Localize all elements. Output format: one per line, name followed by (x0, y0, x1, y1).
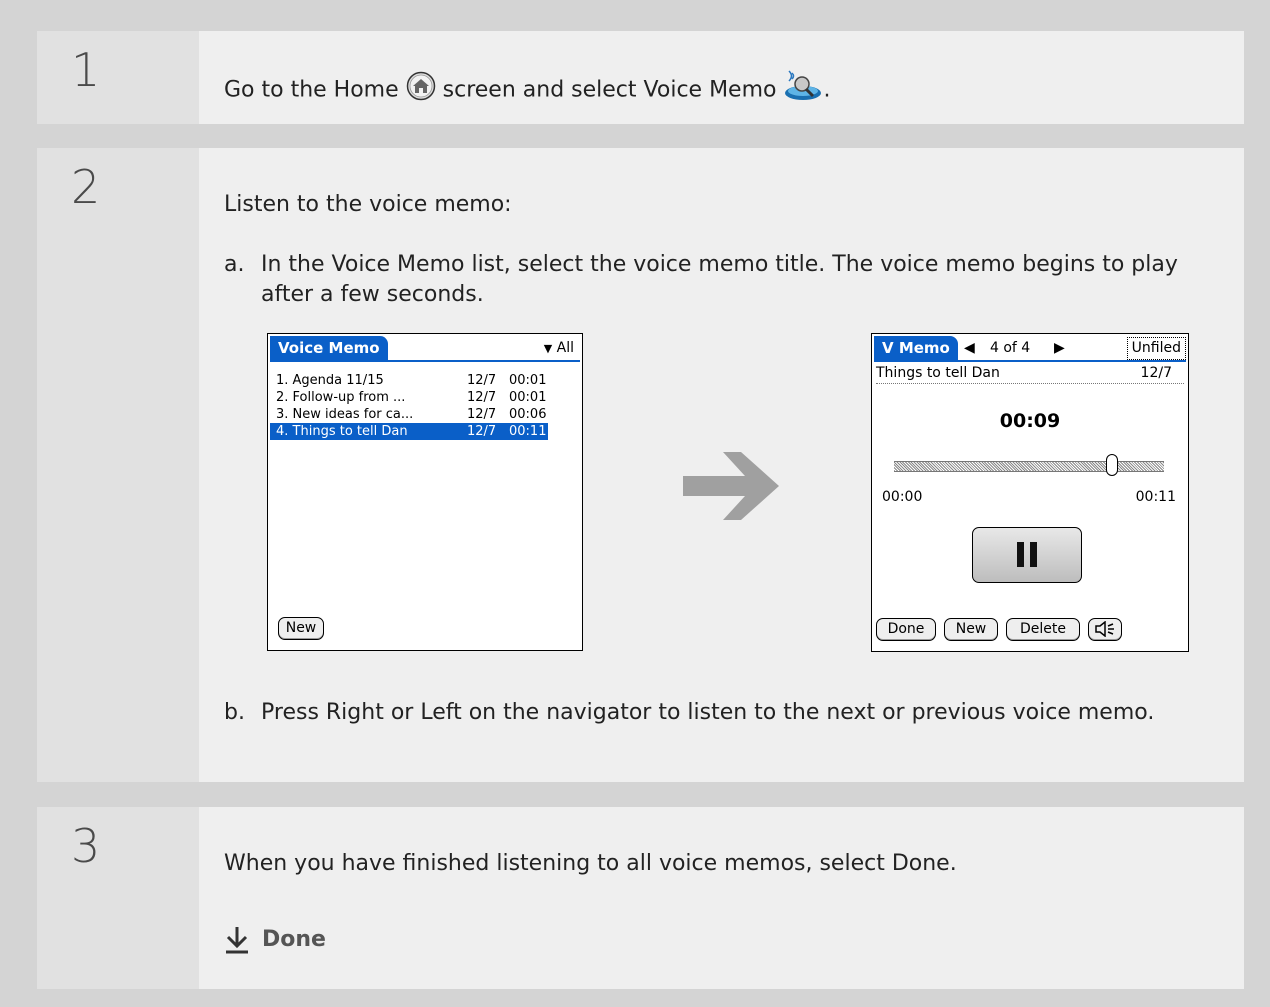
home-icon (406, 71, 436, 110)
step-text-before: Go to the Home (224, 77, 399, 103)
arrow-right-icon (683, 444, 787, 532)
memo-length: 00:01 (509, 373, 547, 388)
substep-b-marker: b. (224, 700, 245, 725)
step-number-column: 2 (37, 148, 199, 782)
playback-slider[interactable] (894, 454, 1164, 476)
elapsed-time: 00:09 (999, 410, 1061, 432)
memo-length: 00:11 (509, 424, 547, 439)
speaker-volume-icon[interactable] (1088, 618, 1122, 641)
memo-title: Things to tell Dan (876, 365, 1000, 381)
step-text-after: . (823, 77, 831, 103)
memo-date: 12/7 (467, 373, 497, 388)
substep-b-text: Press Right or Left on the navigator to … (261, 700, 1155, 725)
category-selector[interactable]: Unfiled (1126, 337, 1186, 360)
step-number-column: 3 (37, 807, 199, 989)
list-title-bar: Voice Memo ▼ All (270, 336, 580, 362)
memo-date: 12/7 (467, 390, 497, 405)
voice-memo-detail-screenshot: V Memo ◀ 4 of 4 ▶ Unfiled Things to tell… (871, 333, 1189, 652)
list-item-selected[interactable]: 4. Things to tell Dan 12/7 00:11 (270, 423, 548, 440)
memo-name: 4. Things to tell Dan (276, 424, 408, 439)
step-number: 3 (71, 819, 101, 873)
detail-title-bar: V Memo ◀ 4 of 4 ▶ Unfiled (874, 336, 1186, 362)
substep-b: b. Press Right or Left on the navigator … (224, 698, 1224, 728)
step-text: When you have finished listening to all … (224, 851, 957, 876)
memo-date: 12/7 (467, 424, 497, 439)
substep-a: a. In the Voice Memo list, select the vo… (224, 250, 1224, 310)
done-label: Done (262, 927, 326, 952)
delete-button[interactable]: Delete (1006, 618, 1080, 641)
memo-name: 2. Follow-up from ... (276, 390, 406, 405)
memo-length: 00:01 (509, 390, 547, 405)
list-item[interactable]: 3. New ideas for ca... 12/7 00:06 (270, 406, 580, 423)
slider-track (894, 461, 1164, 472)
category-selector[interactable]: ▼ All (544, 338, 574, 359)
step-number-column: 1 (37, 31, 199, 124)
step-text-middle: screen and select Voice Memo (442, 77, 777, 103)
start-time: 00:00 (882, 489, 923, 505)
memo-name: 1. Agenda 11/15 (276, 373, 384, 388)
chevron-down-icon: ▼ (543, 342, 553, 355)
substep-a-marker: a. (224, 252, 245, 277)
new-button[interactable]: New (278, 617, 324, 640)
slider-thumb[interactable] (1106, 454, 1118, 476)
done-button[interactable]: Done (876, 618, 936, 641)
memo-date: 12/7 (467, 407, 497, 422)
voice-memo-icon (783, 69, 823, 112)
list-item[interactable]: 2. Follow-up from ... 12/7 00:01 (270, 389, 580, 406)
step-number: 1 (71, 43, 101, 97)
substep-a-text: In the Voice Memo list, select the voice… (261, 252, 1178, 307)
down-arrow-icon (224, 925, 250, 959)
step-number: 2 (71, 160, 101, 214)
memo-title-row[interactable]: Things to tell Dan 12/7 (876, 363, 1184, 384)
detail-title: V Memo (874, 336, 958, 360)
pager-label: 4 of 4 (990, 340, 1031, 356)
step-text: Go to the Home screen and select Voice M… (224, 69, 1224, 112)
previous-arrow-icon[interactable]: ◀ (964, 338, 975, 358)
next-arrow-icon[interactable]: ▶ (1054, 338, 1065, 358)
list-item[interactable]: 1. Agenda 11/15 12/7 00:01 (270, 372, 580, 389)
pause-button[interactable] (972, 527, 1082, 583)
step-1: 1 Go to the Home screen and select Voice… (37, 31, 1244, 124)
end-time: 00:11 (1135, 489, 1176, 505)
memo-length: 00:06 (509, 407, 547, 422)
voice-memo-list-screenshot: Voice Memo ▼ All 1. Agenda 11/15 12/7 00… (267, 333, 583, 651)
step-3: 3 When you have finished listening to al… (37, 807, 1244, 989)
list-title: Voice Memo (270, 336, 388, 360)
step-2: 2 Listen to the voice memo: a. In the Vo… (37, 148, 1244, 782)
pause-icon (1017, 542, 1024, 567)
new-button[interactable]: New (944, 618, 998, 641)
memo-name: 3. New ideas for ca... (276, 407, 414, 422)
memo-date: 12/7 (1140, 365, 1172, 381)
step-intro: Listen to the voice memo: (224, 192, 512, 217)
category-label: All (556, 340, 574, 356)
